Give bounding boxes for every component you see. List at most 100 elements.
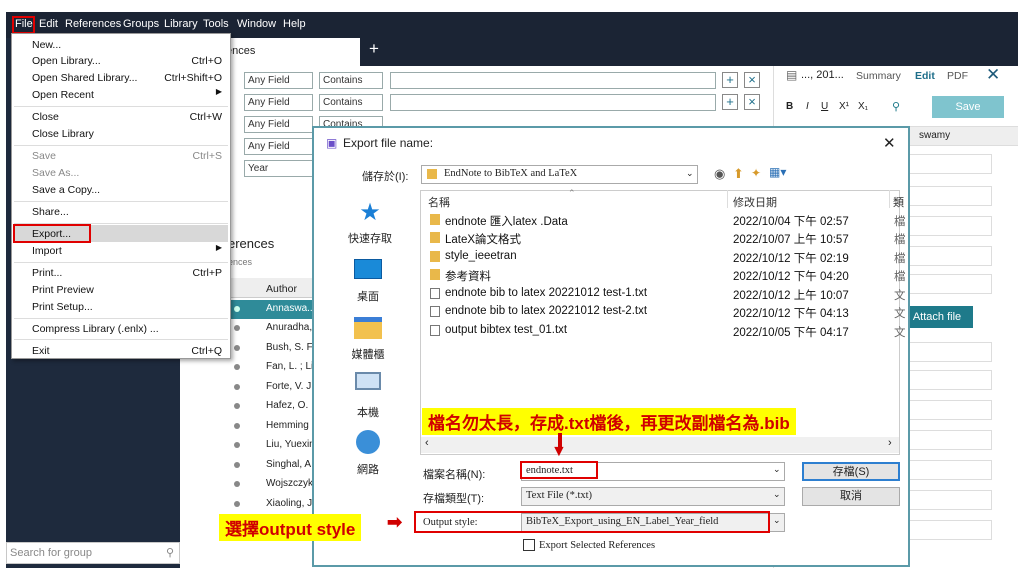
- author-column-header[interactable]: Author: [266, 283, 297, 295]
- superscript-button[interactable]: X¹: [839, 101, 849, 112]
- menu-references[interactable]: References: [65, 18, 121, 30]
- dialog-close-icon[interactable]: ✕: [883, 134, 896, 152]
- new-folder-icon[interactable]: ✦: [751, 166, 761, 180]
- close-icon[interactable]: ✕: [986, 65, 1000, 85]
- bold-button[interactable]: B: [786, 101, 793, 112]
- search-term-input[interactable]: [390, 72, 716, 89]
- remove-row-button[interactable]: ×: [744, 72, 760, 88]
- table-row[interactable]: Forte, V. J.: [266, 381, 314, 392]
- subscript-button[interactable]: X₁: [858, 101, 868, 112]
- search-field-select[interactable]: Any Field: [244, 138, 313, 155]
- desktop-icon[interactable]: [354, 259, 382, 279]
- menu-item-exit[interactable]: Exit: [32, 345, 50, 357]
- menu-item-save-copy[interactable]: Save a Copy...: [32, 184, 100, 196]
- menu-item-import[interactable]: Import: [32, 245, 62, 257]
- add-row-button[interactable]: +: [722, 72, 738, 88]
- table-row[interactable]: Fan, L. ; Li,: [266, 361, 316, 372]
- menu-item-print-setup[interactable]: Print Setup...: [32, 301, 93, 313]
- search-field-select[interactable]: Any Field: [244, 94, 313, 111]
- place-network[interactable]: 網路: [338, 461, 398, 477]
- menu-item-new[interactable]: New...: [32, 39, 61, 51]
- save-button[interactable]: Save: [932, 96, 1004, 118]
- export-selected-checkbox[interactable]: [523, 539, 535, 551]
- search-term-input[interactable]: [390, 94, 716, 111]
- quick-access-icon[interactable]: ★: [340, 198, 400, 227]
- add-row-button[interactable]: +: [722, 94, 738, 110]
- column-type-header[interactable]: 類: [893, 194, 904, 210]
- menu-edit[interactable]: Edit: [39, 18, 58, 30]
- chevron-down-icon[interactable]: ⌄: [773, 464, 781, 475]
- menu-item-print[interactable]: Print...: [32, 267, 62, 279]
- horizontal-scrollbar[interactable]: [421, 437, 899, 453]
- menu-library[interactable]: Library: [164, 18, 198, 30]
- column-date-header[interactable]: 修改日期: [733, 194, 777, 210]
- file-row-name[interactable]: endnote bib to latex 20221012 test-1.txt: [445, 287, 647, 299]
- menu-item-close-library[interactable]: Close Library: [32, 128, 94, 140]
- table-row[interactable]: Anuradha,: [266, 322, 312, 333]
- table-row[interactable]: Wojszczyk: [266, 478, 313, 489]
- network-icon[interactable]: [356, 430, 380, 454]
- place-quick-access[interactable]: 快速存取: [340, 230, 400, 246]
- chevron-down-icon[interactable]: ⌄: [773, 515, 781, 526]
- table-row[interactable]: Xiaoling, J: [266, 498, 312, 509]
- tab-pdf[interactable]: PDF: [947, 70, 968, 82]
- add-tab-button[interactable]: +: [369, 39, 379, 59]
- menu-item-share[interactable]: Share...: [32, 206, 69, 218]
- tab-summary[interactable]: Summary: [856, 70, 901, 82]
- search-op-select[interactable]: Contains: [319, 94, 383, 111]
- this-pc-icon[interactable]: [355, 372, 381, 390]
- column-name-header[interactable]: 名稱: [428, 194, 450, 210]
- menu-item-save-as[interactable]: Save As...: [32, 167, 79, 179]
- menu-item-open-recent[interactable]: Open Recent: [32, 89, 94, 101]
- menu-window[interactable]: Window: [237, 18, 276, 30]
- menu-item-compress-library[interactable]: Compress Library (.enlx) ...: [32, 323, 159, 335]
- chevron-down-icon[interactable]: ⌄: [773, 489, 781, 500]
- file-row-name[interactable]: output bibtex test_01.txt: [445, 324, 567, 336]
- remove-row-button[interactable]: ×: [744, 94, 760, 110]
- italic-button[interactable]: I: [806, 101, 809, 112]
- save-in-select[interactable]: EndNote to BibTeX and LaTeX: [421, 165, 698, 184]
- file-row-name[interactable]: endnote bib to latex 20221012 test-2.txt: [445, 305, 647, 317]
- file-row-name[interactable]: LateX論文格式: [445, 231, 521, 247]
- scroll-left-icon[interactable]: ‹: [425, 437, 429, 449]
- chevron-down-icon[interactable]: ⌄: [686, 168, 694, 179]
- scroll-right-icon[interactable]: ›: [888, 437, 892, 449]
- place-this-pc[interactable]: 本機: [338, 404, 398, 420]
- search-icon[interactable]: ⚲: [892, 100, 900, 113]
- table-row[interactable]: Bush, S. F.: [266, 342, 314, 353]
- tab-edit[interactable]: Edit: [915, 70, 935, 82]
- table-row[interactable]: Liu, Yuexin: [266, 439, 315, 450]
- search-field-select[interactable]: Any Field: [244, 116, 313, 133]
- search-field-select[interactable]: Any Field: [244, 72, 313, 89]
- menu-item-open-shared-library[interactable]: Open Shared Library...: [32, 72, 137, 84]
- file-row-name[interactable]: style_ieeetran: [445, 250, 517, 262]
- menu-item-close[interactable]: Close: [32, 111, 59, 123]
- filetype-select[interactable]: Text File (*.txt): [521, 487, 785, 506]
- menu-item-print-preview[interactable]: Print Preview: [32, 284, 94, 296]
- view-menu-icon[interactable]: ▦▾: [769, 165, 786, 179]
- search-group-input[interactable]: Search for group: [6, 542, 180, 564]
- attach-file-button[interactable]: Attach file: [901, 306, 973, 328]
- file-row-name[interactable]: 参考資料: [445, 268, 491, 284]
- search-icon[interactable]: ⚲: [166, 546, 174, 559]
- table-row[interactable]: Hafez, O.: [266, 400, 308, 411]
- search-field-select[interactable]: Year: [244, 160, 313, 177]
- cancel-button[interactable]: 取消: [802, 487, 900, 506]
- menu-groups[interactable]: Groups: [123, 18, 159, 30]
- underline-button[interactable]: U: [821, 101, 828, 112]
- menu-item-save[interactable]: Save: [32, 150, 56, 162]
- up-folder-icon[interactable]: ⬆: [733, 166, 744, 182]
- menu-help[interactable]: Help: [283, 18, 306, 30]
- library-icon[interactable]: [354, 317, 382, 339]
- back-icon[interactable]: ◉: [714, 166, 725, 182]
- menu-tools[interactable]: Tools: [203, 18, 229, 30]
- table-row[interactable]: Hemming: [266, 420, 309, 431]
- place-library[interactable]: 媒體櫃: [338, 346, 398, 362]
- place-desktop[interactable]: 桌面: [338, 288, 398, 304]
- menu-item-open-library[interactable]: Open Library...: [32, 55, 101, 67]
- save-file-button[interactable]: 存檔(S): [802, 462, 900, 481]
- table-row[interactable]: Singhal, A: [266, 459, 311, 470]
- search-op-select[interactable]: Contains: [319, 72, 383, 89]
- file-row-name[interactable]: endnote 匯入latex .Data: [445, 213, 568, 229]
- table-row[interactable]: Annaswa...: [266, 303, 315, 314]
